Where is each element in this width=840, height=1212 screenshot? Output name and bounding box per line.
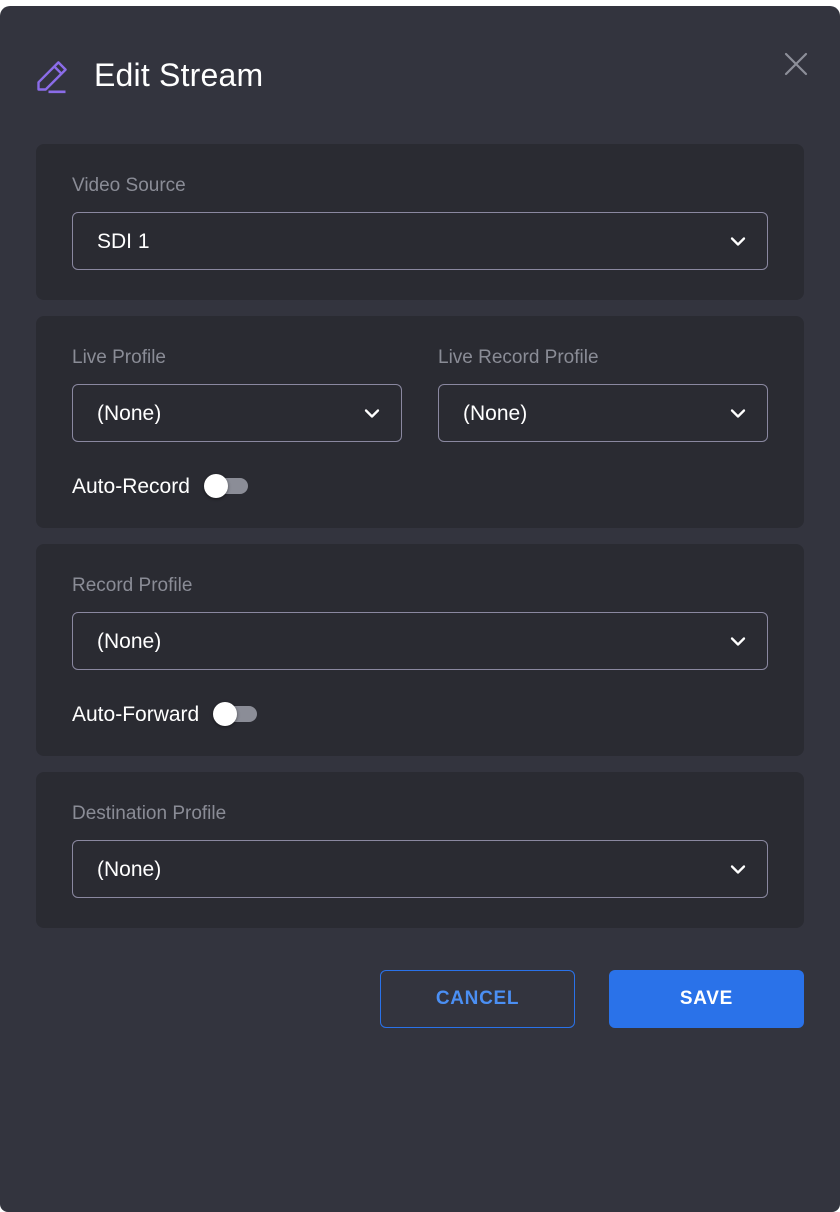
field-row-live-profiles: Live Profile (None) Live Record Profile … bbox=[72, 348, 768, 442]
close-icon bbox=[781, 49, 811, 79]
close-button[interactable] bbox=[774, 42, 818, 86]
label-auto-forward: Auto-Forward bbox=[72, 704, 199, 725]
toggle-knob bbox=[204, 474, 228, 498]
chevron-down-icon bbox=[727, 230, 749, 252]
toggle-knob bbox=[213, 702, 237, 726]
toggle-row-auto-record: Auto-Record bbox=[72, 474, 768, 498]
cancel-button[interactable]: CANCEL bbox=[380, 970, 575, 1028]
card-destination-profile: Destination Profile (None) bbox=[36, 772, 804, 928]
card-live-profiles: Live Profile (None) Live Record Profile … bbox=[36, 316, 804, 528]
card-video-source: Video Source SDI 1 bbox=[36, 144, 804, 300]
select-video-source-value: SDI 1 bbox=[97, 231, 150, 252]
field-live-profile: Live Profile (None) bbox=[72, 348, 402, 442]
label-live-profile: Live Profile bbox=[72, 348, 402, 367]
label-video-source: Video Source bbox=[72, 176, 768, 195]
select-record-profile[interactable]: (None) bbox=[72, 612, 768, 670]
label-destination-profile: Destination Profile bbox=[72, 804, 768, 823]
chevron-down-icon bbox=[727, 858, 749, 880]
save-button[interactable]: SAVE bbox=[609, 970, 804, 1028]
select-live-profile[interactable]: (None) bbox=[72, 384, 402, 442]
field-live-record-profile: Live Record Profile (None) bbox=[438, 348, 768, 442]
select-record-profile-value: (None) bbox=[97, 631, 161, 652]
edit-stream-modal: Edit Stream Video Source SDI 1 bbox=[0, 6, 840, 1212]
chevron-down-icon bbox=[727, 402, 749, 424]
chevron-down-icon bbox=[727, 630, 749, 652]
toggle-auto-forward[interactable] bbox=[213, 702, 257, 726]
pencil-edit-icon bbox=[34, 56, 72, 94]
modal-header: Edit Stream bbox=[0, 6, 840, 144]
modal-body: Video Source SDI 1 Live Profile (None) bbox=[0, 144, 840, 928]
chevron-down-icon bbox=[361, 402, 383, 424]
page-backdrop: Edit Stream Video Source SDI 1 bbox=[0, 0, 840, 1212]
toggle-row-auto-forward: Auto-Forward bbox=[72, 702, 768, 726]
select-destination-profile[interactable]: (None) bbox=[72, 840, 768, 898]
toggle-auto-record[interactable] bbox=[204, 474, 248, 498]
label-auto-record: Auto-Record bbox=[72, 476, 190, 497]
select-live-record-profile-value: (None) bbox=[463, 403, 527, 424]
label-live-record-profile: Live Record Profile bbox=[438, 348, 768, 367]
select-live-record-profile[interactable]: (None) bbox=[438, 384, 768, 442]
select-live-profile-value: (None) bbox=[97, 403, 161, 424]
modal-footer: CANCEL SAVE bbox=[0, 928, 840, 1028]
card-record-profile: Record Profile (None) Auto-Forward bbox=[36, 544, 804, 756]
select-video-source[interactable]: SDI 1 bbox=[72, 212, 768, 270]
label-record-profile: Record Profile bbox=[72, 576, 768, 595]
modal-title-group: Edit Stream bbox=[34, 56, 263, 94]
select-destination-profile-value: (None) bbox=[97, 859, 161, 880]
page-title: Edit Stream bbox=[94, 59, 263, 91]
